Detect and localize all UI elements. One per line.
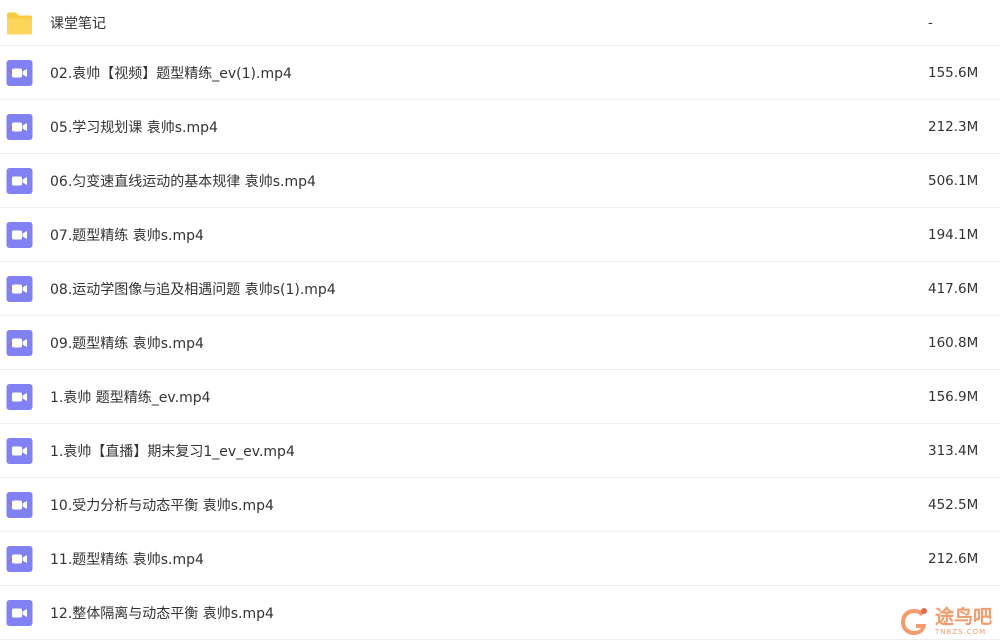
- video-file-icon: [6, 167, 33, 194]
- file-name[interactable]: 09.题型精练 袁帅s.mp4: [50, 333, 204, 353]
- list-item-video[interactable]: 1.袁帅【直播】期末复习1_ev_ev.mp4 313.4M: [0, 424, 1000, 478]
- folder-icon: [6, 9, 33, 36]
- file-size: 155.6M: [928, 64, 979, 81]
- video-file-icon: [6, 437, 33, 464]
- video-file-icon: [6, 113, 33, 140]
- file-name[interactable]: 02.袁帅【视频】题型精练_ev(1).mp4: [50, 63, 292, 83]
- watermark-logo-icon: [897, 605, 931, 639]
- list-item-video[interactable]: 02.袁帅【视频】题型精练_ev(1).mp4 155.6M: [0, 46, 1000, 100]
- file-name[interactable]: 12.整体隔离与动态平衡 袁帅s.mp4: [50, 603, 274, 623]
- video-file-icon: [6, 329, 33, 356]
- list-item-video[interactable]: 07.题型精练 袁帅s.mp4 194.1M: [0, 208, 1000, 262]
- video-file-icon: [6, 275, 33, 302]
- file-size: 506.1M: [928, 172, 979, 189]
- file-name[interactable]: 11.题型精练 袁帅s.mp4: [50, 549, 204, 569]
- list-item-video[interactable]: 09.题型精练 袁帅s.mp4 160.8M: [0, 316, 1000, 370]
- list-item-video[interactable]: 08.运动学图像与追及相遇问题 袁帅s(1).mp4 417.6M: [0, 262, 1000, 316]
- file-size: 212.6M: [928, 550, 979, 567]
- file-size: 212.3M: [928, 118, 979, 135]
- file-name[interactable]: 1.袁帅【直播】期末复习1_ev_ev.mp4: [50, 441, 295, 461]
- video-file-icon: [6, 383, 33, 410]
- file-list: 课堂笔记 - 02.袁帅【视频】题型精练_ev(1).mp4 155.6M 05…: [0, 0, 1000, 640]
- file-size: 313.4M: [928, 442, 979, 459]
- file-name[interactable]: 08.运动学图像与追及相遇问题 袁帅s(1).mp4: [50, 279, 336, 299]
- list-item-video[interactable]: 11.题型精练 袁帅s.mp4 212.6M: [0, 532, 1000, 586]
- list-item-video[interactable]: 12.整体隔离与动态平衡 袁帅s.mp4: [0, 586, 1000, 640]
- video-file-icon: [6, 221, 33, 248]
- list-item-video[interactable]: 1.袁帅 题型精练_ev.mp4 156.9M: [0, 370, 1000, 424]
- file-name[interactable]: 06.匀变速直线运动的基本规律 袁帅s.mp4: [50, 171, 316, 191]
- file-size: 452.5M: [928, 496, 979, 513]
- list-item-video[interactable]: 06.匀变速直线运动的基本规律 袁帅s.mp4 506.1M: [0, 154, 1000, 208]
- video-file-icon: [6, 545, 33, 572]
- file-size: 194.1M: [928, 226, 979, 243]
- list-item-video[interactable]: 05.学习规划课 袁帅s.mp4 212.3M: [0, 100, 1000, 154]
- video-file-icon: [6, 491, 33, 518]
- watermark-text-cn: 途鸟吧: [934, 606, 992, 628]
- file-name[interactable]: 10.受力分析与动态平衡 袁帅s.mp4: [50, 495, 274, 515]
- file-size: 156.9M: [928, 388, 979, 405]
- watermark: 途鸟吧 TNBZS.COM: [897, 605, 992, 639]
- file-size: 160.8M: [928, 334, 979, 351]
- watermark-text: 途鸟吧 TNBZS.COM: [935, 608, 992, 636]
- file-size: -: [928, 14, 933, 31]
- watermark-text-en: TNBZS.COM: [934, 628, 987, 636]
- video-file-icon: [6, 59, 33, 86]
- video-file-icon: [6, 599, 33, 626]
- file-name[interactable]: 1.袁帅 题型精练_ev.mp4: [50, 387, 211, 407]
- file-size: 417.6M: [928, 280, 979, 297]
- list-item-folder[interactable]: 课堂笔记 -: [0, 0, 1000, 46]
- file-name[interactable]: 05.学习规划课 袁帅s.mp4: [50, 117, 218, 137]
- file-name[interactable]: 课堂笔记: [50, 13, 106, 33]
- file-name[interactable]: 07.题型精练 袁帅s.mp4: [50, 225, 204, 245]
- list-item-video[interactable]: 10.受力分析与动态平衡 袁帅s.mp4 452.5M: [0, 478, 1000, 532]
